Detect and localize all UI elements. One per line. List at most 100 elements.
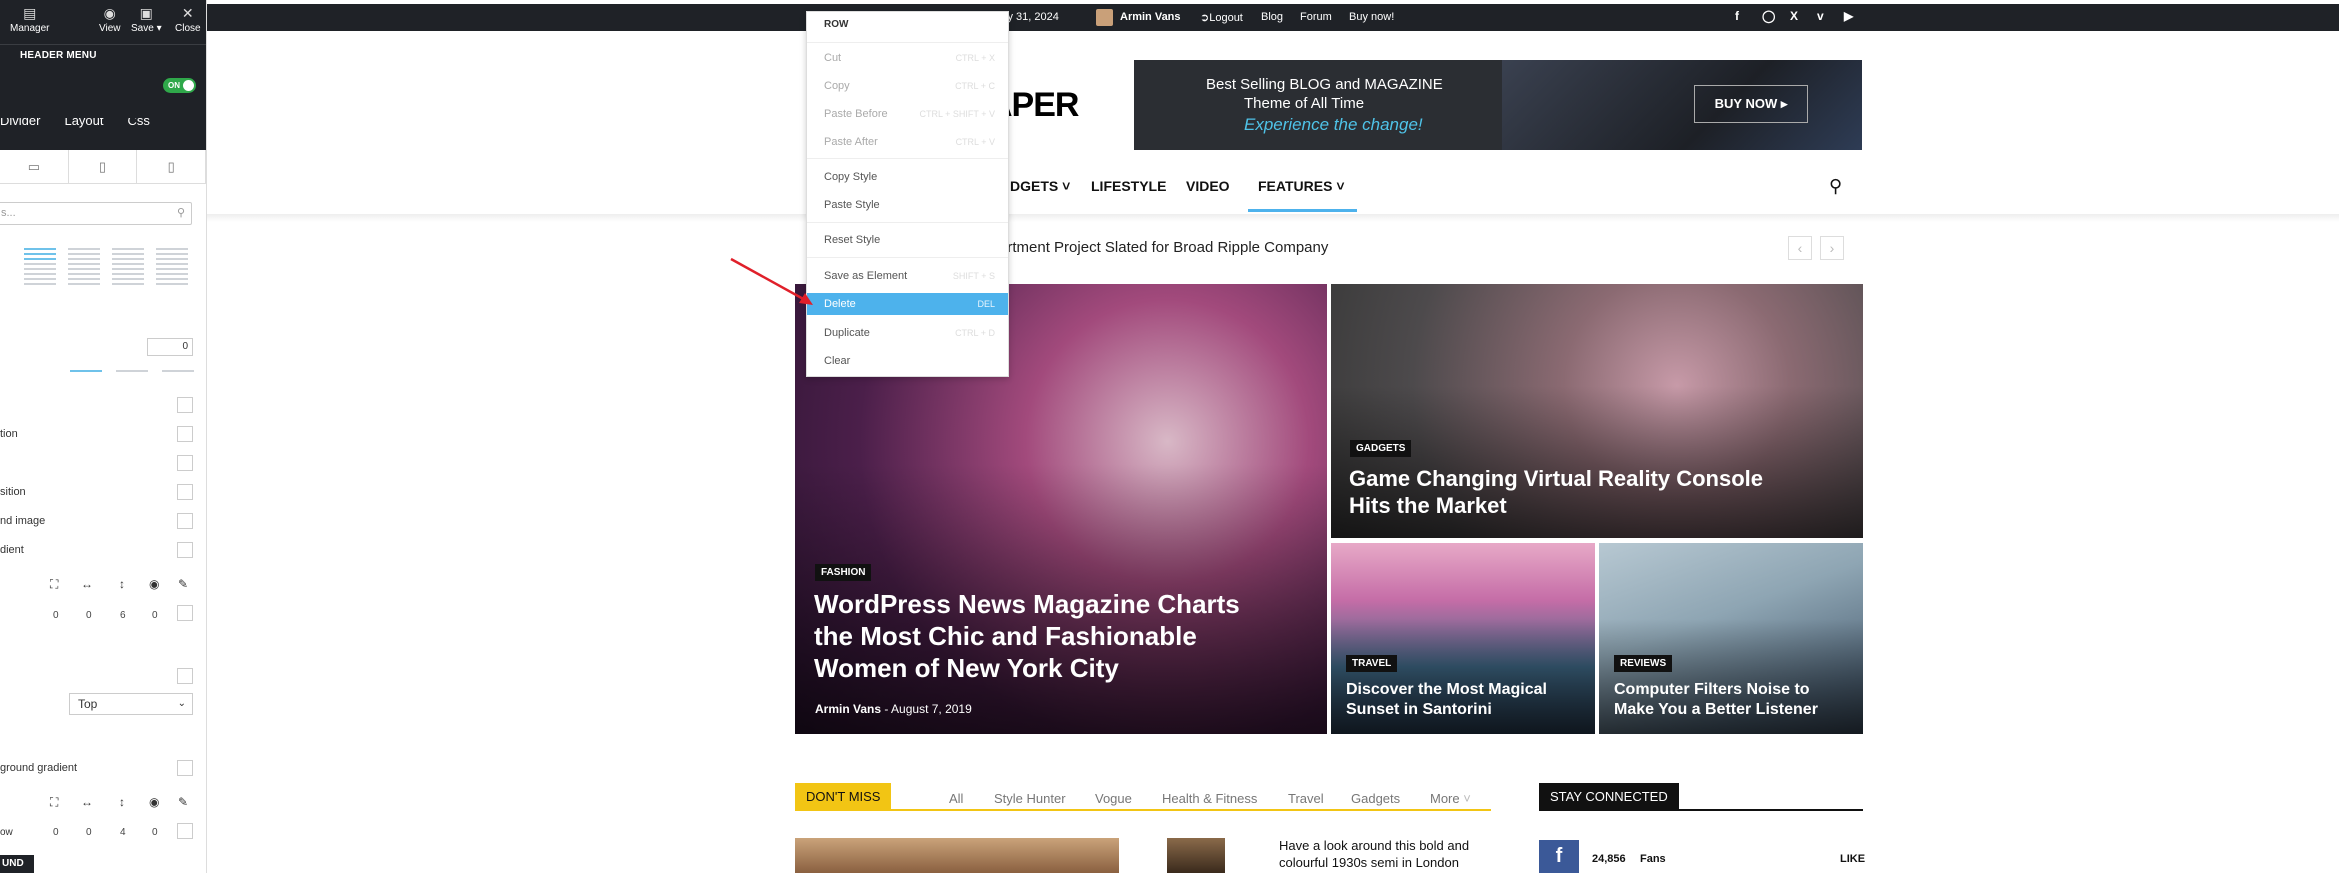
checkbox-4[interactable] [177,484,193,500]
topbar-forum-link[interactable]: Forum [1300,11,1332,23]
filter-gadgets[interactable]: Gadgets [1351,791,1400,806]
phone-device-button[interactable]: ▯ [137,150,207,183]
ticker-prev-button[interactable]: ‹ [1788,236,1812,260]
checkbox-6[interactable] [177,542,193,558]
expand-icon-2[interactable]: ⛶ [50,795,58,810]
filter-health-fitness[interactable]: Health & Fitness [1162,791,1257,806]
category-badge[interactable]: REVIEWS [1614,655,1673,672]
filter-travel[interactable]: Travel [1288,791,1324,806]
blur-icon[interactable]: ◉ [149,577,159,591]
desktop-device-button[interactable]: ▭ [0,150,69,183]
nav-item-video[interactable]: VIDEO [1186,178,1230,194]
color-picker-icon-2[interactable]: ✎ [178,795,188,809]
checkbox-1[interactable] [177,397,193,413]
filter-style-hunter[interactable]: Style Hunter [994,791,1066,806]
vertical-resize-icon-2[interactable]: ↕ [119,795,125,809]
like-button[interactable]: LIKE [1840,853,1865,865]
hero-main-title[interactable]: WordPress News Magazine Charts the Most … [814,588,1254,685]
color-swatch-2[interactable] [177,823,193,839]
article-title[interactable]: Have a look around this bold and colourf… [1279,838,1503,872]
horizontal-resize-icon[interactable]: ↔ [81,577,93,591]
tablet-device-button[interactable]: ▯ [69,150,138,183]
ad-buy-now-button[interactable]: BUY NOW ▸ [1694,85,1808,123]
color-swatch-1[interactable] [177,605,193,621]
news-ticker[interactable]: g Apartment Project Slated for Broad Rip… [969,239,1328,256]
menu-item-copy[interactable]: Copy CTRL + C [807,75,1008,97]
ad-banner[interactable]: Best Selling BLOG and MAGAZINE Theme of … [1134,60,1862,150]
search-icon[interactable]: ⚲ [1829,176,1842,197]
menu-item-paste-after[interactable]: Paste After CTRL + V [807,131,1008,153]
hero-reviews-tile[interactable]: REVIEWS Computer Filters Noise to Make Y… [1599,543,1863,734]
header-divider [207,214,2339,222]
nav-item-gadgets[interactable]: DGETS ˅ [1010,178,1070,194]
topbar-user-link[interactable]: Armin Vans [1120,11,1181,23]
view-button[interactable]: ◉ View [99,6,121,34]
gap-number-input[interactable]: 0 [147,338,193,356]
shadow-value-2[interactable]: 0 [86,610,92,621]
article-thumbnail[interactable] [1167,838,1225,873]
manager-button[interactable]: ▤ Manager [10,6,49,34]
nav-item-features[interactable]: FEATURES ˅ [1258,178,1345,194]
nav-item-lifestyle[interactable]: LIFESTYLE [1091,178,1166,194]
vimeo-icon[interactable]: v [1817,9,1824,23]
hero-vr-title[interactable]: Game Changing Virtual Reality Console Hi… [1349,465,1779,520]
menu-item-save-as-element[interactable]: Save as Element SHIFT + S [807,265,1008,287]
topbar-blog-link[interactable]: Blog [1261,11,1283,23]
menu-item-paste-style[interactable]: Paste Style [807,194,1008,216]
option-label-6: ow [0,827,13,838]
menu-item-cut[interactable]: Cut CTRL + X [807,47,1008,69]
hero-travel-tile[interactable]: TRAVEL Discover the Most Magical Sunset … [1331,543,1595,734]
topbar-logout-link[interactable]: ➲Logout [1200,11,1243,24]
hero-vr-tile[interactable]: GADGETS Game Changing Virtual Reality Co… [1331,284,1863,538]
shadow2-value-2[interactable]: 0 [86,827,92,838]
filter-more[interactable]: More ˅ [1430,791,1471,806]
ad-headline: Best Selling BLOG and MAGAZINE [1206,76,1443,93]
expand-icon[interactable]: ⛶ [50,577,58,592]
menu-item-clear[interactable]: Clear [807,350,1008,372]
shadow2-value-4[interactable]: 0 [152,827,158,838]
x-icon[interactable]: X [1790,9,1798,23]
instagram-icon[interactable]: ◯ [1762,9,1775,23]
vertical-align-picker[interactable] [70,370,194,372]
facebook-icon[interactable]: f [1539,840,1579,873]
color-picker-icon[interactable]: ✎ [178,577,188,591]
facebook-icon[interactable]: f [1735,9,1739,23]
hero-reviews-title[interactable]: Computer Filters Noise to Make You a Bet… [1614,680,1854,720]
ticker-next-button[interactable]: › [1820,236,1844,260]
shadow-value-3[interactable]: 6 [120,610,126,621]
vertical-resize-icon[interactable]: ↕ [119,577,125,591]
checkbox-3[interactable] [177,455,193,471]
shadow-value-1[interactable]: 0 [53,610,59,621]
category-badge[interactable]: GADGETS [1350,440,1412,457]
shadow2-value-3[interactable]: 4 [120,827,126,838]
close-button[interactable]: ✕ Close [175,6,201,34]
category-badge[interactable]: TRAVEL [1346,655,1398,672]
menu-item-paste-before[interactable]: Paste Before CTRL + SHIFT + V [807,103,1008,125]
visibility-toggle[interactable]: ON [163,78,196,93]
author-name[interactable]: Armin Vans [815,702,881,716]
checkbox-5[interactable] [177,513,193,529]
section-label: HEADER MENU [20,50,97,61]
hero-travel-title[interactable]: Discover the Most Magical Sunset in Sant… [1346,680,1576,720]
position-select[interactable]: Top ⌄ [69,693,193,715]
topbar-buynow-link[interactable]: Buy now! [1349,11,1394,23]
youtube-icon[interactable]: ▶ [1844,9,1853,23]
shadow2-value-1[interactable]: 0 [53,827,59,838]
category-badge[interactable]: FASHION [815,564,872,581]
filter-vogue[interactable]: Vogue [1095,791,1132,806]
checkbox-8[interactable] [177,760,193,776]
menu-item-delete[interactable]: Delete DEL [807,293,1008,315]
menu-item-reset-style[interactable]: Reset Style [807,229,1008,251]
blur-icon-2[interactable]: ◉ [149,795,159,809]
checkbox-2[interactable] [177,426,193,442]
editor-search-input[interactable]: s... ⚲ [0,202,192,225]
checkbox-7[interactable] [177,668,193,684]
horizontal-resize-icon-2[interactable]: ↔ [81,795,93,809]
column-layout-picker[interactable] [24,248,188,285]
menu-item-duplicate[interactable]: Duplicate CTRL + D [807,322,1008,344]
shadow-value-4[interactable]: 0 [152,610,158,621]
article-thumbnail[interactable] [795,838,1119,873]
save-button[interactable]: ▣ Save ▾ [131,6,162,34]
filter-all[interactable]: All [949,791,963,806]
menu-item-copy-style[interactable]: Copy Style [807,166,1008,188]
